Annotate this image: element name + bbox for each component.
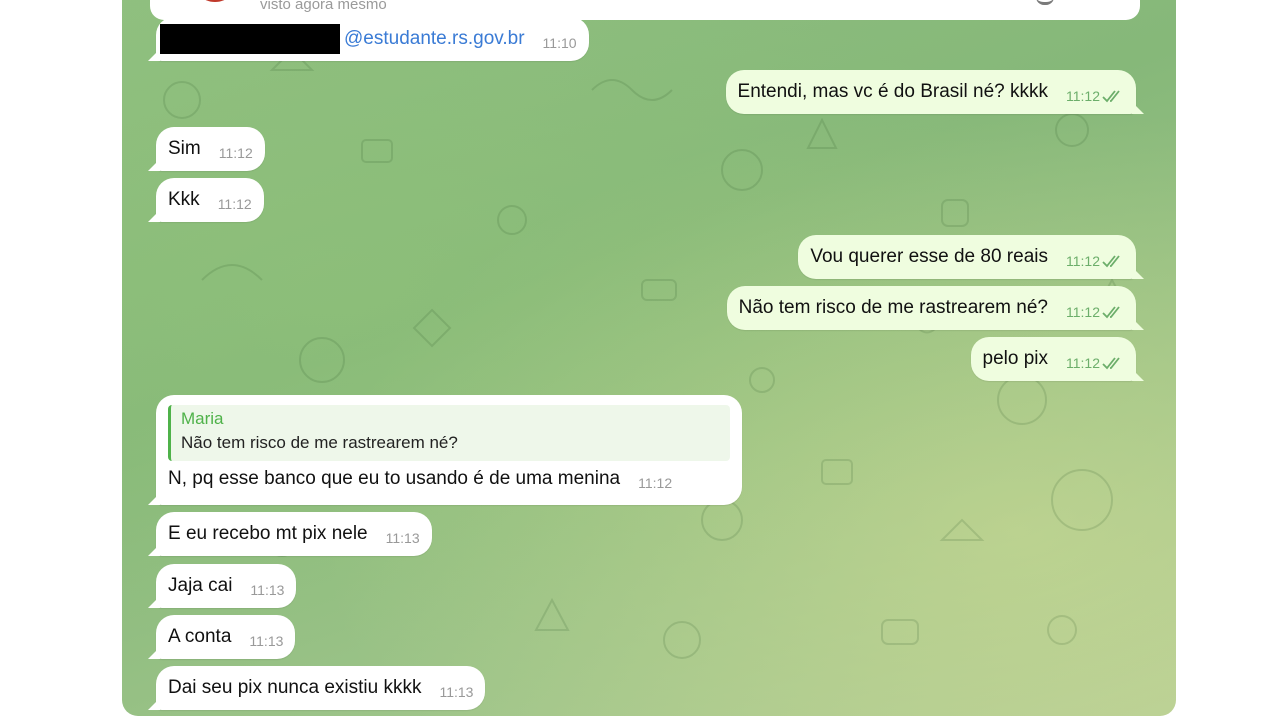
message-time: 11:12 (1066, 88, 1124, 104)
message-time: 11:13 (385, 530, 420, 546)
double-check-icon (1102, 306, 1120, 319)
quoted-text: Não tem risco de me rastrearem né? (181, 433, 458, 452)
message-incoming[interactable]: @estudante.rs.gov.br 11:10 (148, 17, 589, 61)
call-icon[interactable] (1036, 0, 1054, 5)
message-time: 11:12 (218, 145, 253, 161)
message-incoming[interactable]: Dai seu pix nunca existiu kkkk 11:13 (147, 666, 486, 710)
double-check-icon (1102, 357, 1120, 370)
message-text: Entendi, mas vc é do Brasil né? kkkk (737, 81, 1048, 102)
message-time: 11:12 (217, 196, 252, 212)
message-time: 11:12 (1066, 253, 1124, 269)
message-text: Não tem risco de me rastrearem né? (738, 297, 1048, 318)
message-time: 11:12 (638, 475, 673, 491)
message-text: Sim (168, 138, 201, 159)
quoted-sender: Maria (181, 409, 224, 428)
email-link[interactable]: @estudante.rs.gov.br (344, 28, 525, 50)
message-text: Kkk (168, 189, 200, 210)
message-text: N, pq esse banco que eu to usando é de u… (168, 468, 621, 489)
message-time: 11:13 (439, 684, 474, 700)
message-text: pelo pix (982, 348, 1049, 369)
message-incoming[interactable]: Kkk 11:12 (148, 178, 264, 222)
message-outgoing[interactable]: Vou querer esse de 80 reais 11:12 (798, 235, 1144, 279)
message-incoming[interactable]: Sim 11:12 (148, 127, 265, 171)
quoted-message[interactable]: Maria Não tem risco de me rastrearem né? (168, 405, 730, 461)
message-text: Vou querer esse de 80 reais (810, 246, 1048, 267)
message-time: 11:10 (542, 35, 577, 51)
message-text: Jaja cai (168, 575, 233, 596)
message-time: 11:12 (1066, 304, 1124, 320)
message-outgoing[interactable]: Entendi, mas vc é do Brasil né? kkkk 11:… (725, 70, 1145, 114)
message-text: Dai seu pix nunca existiu kkkk (168, 677, 422, 698)
message-outgoing[interactable]: pelo pix 11:12 (970, 337, 1144, 381)
message-time: 11:13 (250, 582, 285, 598)
double-check-icon (1102, 90, 1120, 103)
message-incoming[interactable]: A conta 11:13 (147, 615, 296, 659)
last-seen-status: visto agora mesmo (260, 0, 387, 13)
redacted-block (160, 24, 340, 54)
message-time: 11:12 (1066, 355, 1124, 371)
message-outgoing[interactable]: Não tem risco de me rastrearem né? 11:12 (726, 286, 1145, 330)
message-text: E eu recebo mt pix nele (168, 523, 368, 544)
message-time: 11:13 (249, 633, 284, 649)
message-incoming[interactable]: E eu recebo mt pix nele 11:13 (148, 512, 432, 556)
avatar[interactable] (192, 0, 238, 2)
message-incoming-reply[interactable]: Maria Não tem risco de me rastrearem né?… (148, 395, 742, 505)
message-text: A conta (168, 626, 232, 647)
message-incoming[interactable]: Jaja cai 11:13 (147, 564, 297, 608)
double-check-icon (1102, 255, 1120, 268)
